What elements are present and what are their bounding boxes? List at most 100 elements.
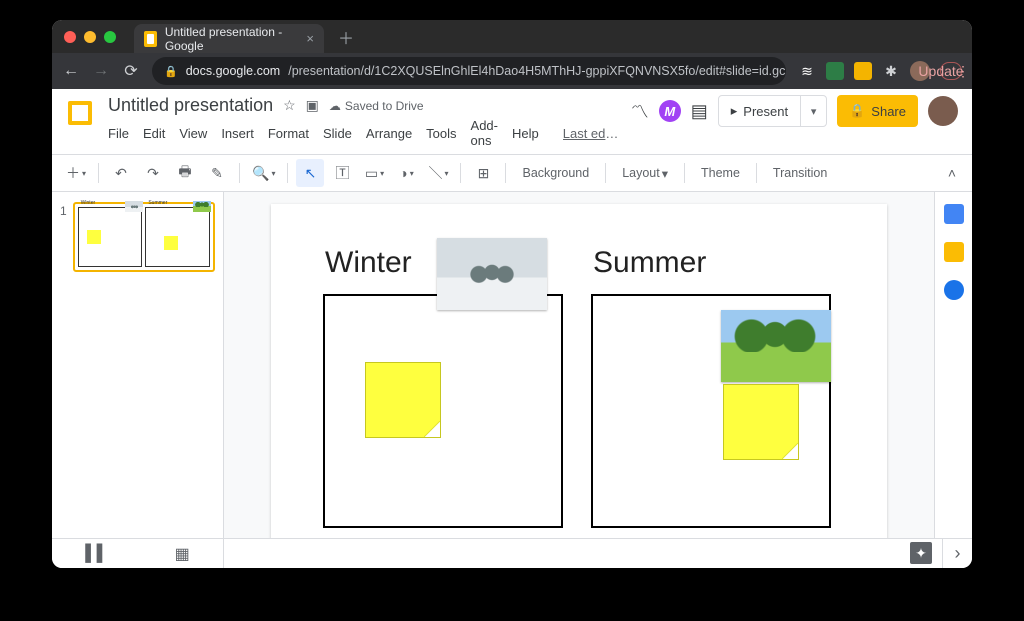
layout-button[interactable]: Layout▾ <box>614 159 676 187</box>
star-doc-icon[interactable]: ☆ <box>283 97 296 114</box>
minimize-window-icon[interactable] <box>84 31 96 43</box>
theme-button[interactable]: Theme <box>693 159 748 187</box>
menu-file[interactable]: File <box>108 126 129 141</box>
browser-window: Untitled presentation - Google × ＋ ← → ⟳… <box>52 20 972 568</box>
winter-image[interactable] <box>437 238 547 310</box>
activity-trend-icon[interactable]: 〽 <box>631 98 649 124</box>
thumb-sticky-2 <box>164 236 178 250</box>
tab-title: Untitled presentation - Google <box>165 25 293 53</box>
undo-button[interactable]: ↶ <box>107 159 135 187</box>
print-button[interactable]: 🖶 <box>171 159 199 187</box>
menu-help[interactable]: Help <box>512 126 539 141</box>
extensions-tray: ≋ ✱ Update⋮ <box>798 61 962 81</box>
omnibox[interactable]: 🔒 docs.google.com /presentation/d/1C2XQU… <box>152 57 786 85</box>
thumb-sticky-1 <box>87 230 101 244</box>
doc-title[interactable]: Untitled presentation <box>108 95 273 116</box>
summer-sticky-note[interactable] <box>723 384 799 460</box>
ext-green-icon[interactable] <box>826 62 844 80</box>
new-slide-button[interactable]: ＋▾ <box>62 159 90 187</box>
nav-forward-icon: → <box>92 62 110 80</box>
thumb-summer-label: Summer <box>148 200 167 206</box>
ext-yellow-icon[interactable] <box>854 62 872 80</box>
winter-box[interactable] <box>323 294 563 528</box>
select-tool[interactable]: ↖ <box>296 159 324 187</box>
menu-edit[interactable]: Edit <box>143 126 165 141</box>
show-sidepanel-icon[interactable]: › <box>942 539 972 568</box>
filmstrip-view-icon[interactable]: ▌▌ <box>85 545 108 563</box>
close-window-icon[interactable] <box>64 31 76 43</box>
url-path: /presentation/d/1C2XQUSElnGhlEl4hDao4H5M… <box>288 64 786 78</box>
menu-format[interactable]: Format <box>268 126 309 141</box>
comments-icon[interactable]: ▤ <box>691 101 708 122</box>
window-controls <box>64 31 116 43</box>
collapse-toolbar-icon[interactable]: ˄ <box>948 165 962 181</box>
canvas-area[interactable]: Winter Summer <box>224 192 934 538</box>
comment-button[interactable]: ⊞ <box>469 159 497 187</box>
winter-sticky-note[interactable] <box>365 362 441 438</box>
transition-button[interactable]: Transition <box>765 159 835 187</box>
browser-tab[interactable]: Untitled presentation - Google × <box>134 24 324 54</box>
nav-back-icon[interactable]: ← <box>62 62 80 80</box>
winter-text[interactable]: Winter <box>325 246 412 280</box>
lock-share-icon: 🔒 <box>849 103 865 119</box>
move-doc-icon[interactable]: ▣ <box>306 97 319 114</box>
menu-arrange[interactable]: Arrange <box>366 126 412 141</box>
keep-icon[interactable] <box>944 242 964 262</box>
workspace: 1 Winter Summer <box>52 192 972 538</box>
toolbar: ＋▾ ↶ ↷ 🖶 ✎ 🔍▾ ↖ 🅃 ▭▾ ◑▾ ＼▾ ⊞ Background … <box>52 154 972 192</box>
slide-canvas[interactable]: Winter Summer <box>271 204 887 538</box>
menu-view[interactable]: View <box>179 126 207 141</box>
update-browser-button[interactable]: Update⋮ <box>940 62 962 80</box>
redo-button[interactable]: ↷ <box>139 159 167 187</box>
background-button[interactable]: Background <box>514 159 597 187</box>
present-label: Present <box>743 104 788 119</box>
summer-image[interactable] <box>721 310 831 382</box>
present-button[interactable]: ▸ Present ▾ <box>718 95 827 127</box>
zoom-button[interactable]: 🔍▾ <box>248 159 279 187</box>
maximize-window-icon[interactable] <box>104 31 116 43</box>
paint-format-button[interactable]: ✎ <box>203 159 231 187</box>
explore-button[interactable]: ✦ <box>910 542 932 564</box>
present-play-icon: ▸ <box>731 103 738 119</box>
cloud-icon: ☁ <box>329 99 341 113</box>
thumb-winter-image <box>125 201 143 212</box>
url-host: docs.google.com <box>186 64 281 78</box>
present-caret-icon[interactable]: ▾ <box>800 96 826 126</box>
nav-reload-icon[interactable]: ⟳ <box>122 61 140 81</box>
extensions-icon[interactable]: ✱ <box>882 62 900 80</box>
grid-view-icon[interactable]: ▦ <box>175 544 190 564</box>
update-label: Update <box>932 62 950 80</box>
share-button[interactable]: 🔒 Share <box>837 95 918 127</box>
account-avatar[interactable] <box>928 96 958 126</box>
line-tool[interactable]: ＼▾ <box>424 159 452 187</box>
thumbnail-index: 1 <box>60 202 67 272</box>
tasks-icon[interactable] <box>944 280 964 300</box>
address-bar-row: ← → ⟳ 🔒 docs.google.com /presentation/d/… <box>52 53 972 89</box>
menu-tools[interactable]: Tools <box>426 126 456 141</box>
menu-insert[interactable]: Insert <box>221 126 254 141</box>
ext-buffer-icon[interactable]: ≋ <box>798 62 816 80</box>
titlebar: Untitled presentation - Google × ＋ <box>52 20 972 53</box>
menu-addons[interactable]: Add-ons <box>471 118 498 148</box>
share-label: Share <box>871 104 906 119</box>
side-panel <box>934 192 972 538</box>
ext-m-icon[interactable]: M <box>659 100 681 122</box>
menu-slide[interactable]: Slide <box>323 126 352 141</box>
header-actions: 〽 M ▤ ▸ Present ▾ 🔒 Share <box>631 95 958 127</box>
last-edit-link[interactable]: Last edit was seco <box>563 126 621 141</box>
image-tool[interactable]: ▭▾ <box>360 159 388 187</box>
save-status: ☁ Saved to Drive <box>329 99 424 113</box>
speaker-notes-area[interactable]: ✦ <box>224 539 942 568</box>
footer-strip: ▌▌ ▦ ✦ › <box>52 538 972 568</box>
thumbnail-slide-1[interactable]: 1 Winter Summer <box>60 202 215 272</box>
tab-close-icon[interactable]: × <box>306 31 314 46</box>
save-status-text: Saved to Drive <box>345 99 424 113</box>
new-tab-button[interactable]: ＋ <box>338 25 354 49</box>
shape-tool[interactable]: ◑▾ <box>392 159 420 187</box>
textbox-tool[interactable]: 🅃 <box>328 159 356 187</box>
menu-bar: File Edit View Insert Format Slide Arran… <box>108 118 621 148</box>
summer-text[interactable]: Summer <box>593 246 706 280</box>
slides-logo-icon[interactable] <box>62 95 98 131</box>
calendar-icon[interactable] <box>944 204 964 224</box>
app-header: Untitled presentation ☆ ▣ ☁ Saved to Dri… <box>52 89 972 148</box>
